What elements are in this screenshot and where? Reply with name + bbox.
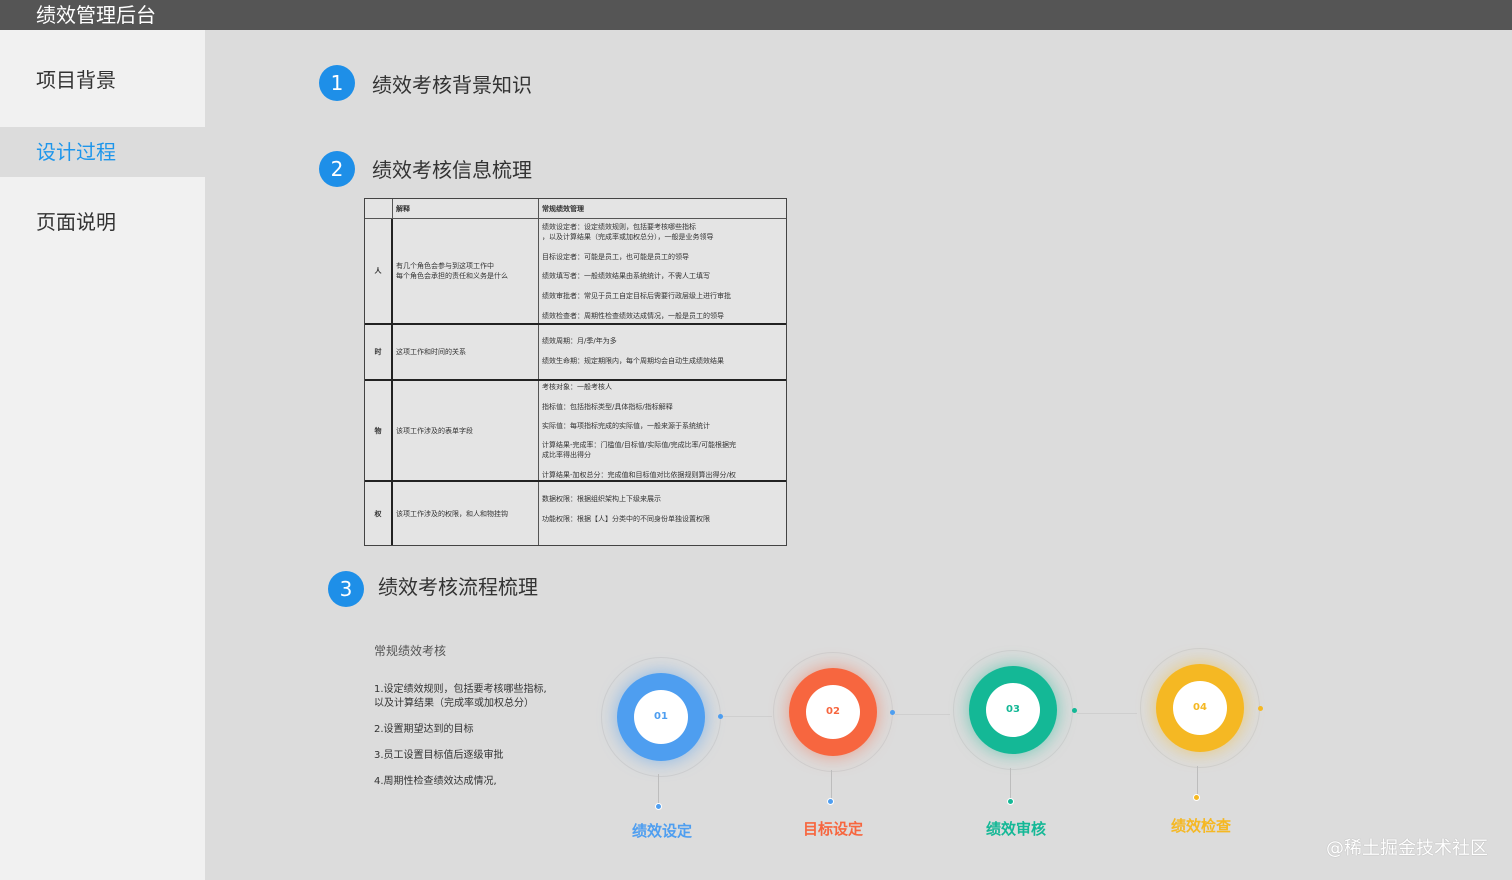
table-row-content: 绩效周期：月/季/年为多 绩效生命期：规定期限内，每个周期均会自动生成绩效结果 [539,325,786,379]
stage-stem [658,774,659,804]
table-line: 数据权限：根据组织架构上下级来展示 [542,495,661,503]
table-row-key: 时 [365,325,393,379]
stage-label: 目标设定 [803,820,864,838]
stage-pin [655,803,662,810]
table-line: 实际值：每项指标完成的实际值，一般来源于系统统计 [542,422,710,430]
sidebar-item-page-description[interactable]: 页面说明 [0,197,205,247]
stage-pin [1193,794,1200,801]
flow-step: 3.员工设置目标值后逐级审批 [374,750,504,761]
stage-label: 绩效设定 [632,822,693,840]
table-header-c2-cell: 常规绩效管理 [539,199,786,218]
top-bar: 绩效管理后台 [0,0,1512,30]
stage-number: 01 [634,690,688,744]
stage-number: 04 [1173,681,1227,735]
section-3-number: 3 [328,571,364,607]
table-line: 绩效生命期：规定期限内，每个周期均会自动生成绩效结果 [542,357,724,365]
table-line: 目标设定者：可能是员工，也可能是员工的领导 [542,253,689,261]
sidebar-item-background[interactable]: 项目背景 [0,55,205,105]
table-line: 绩效填写者：一般绩效结果由系统统计，不需人工填写 [542,272,710,280]
table-row-key: 人 [365,219,393,323]
table-header-row: 解释 常规绩效管理 [365,199,786,219]
section-2-title: 绩效考核信息梳理 [372,158,532,182]
section-1-number: 1 [319,65,355,101]
table-row-desc: 这项工作和时间的关系 [393,325,539,379]
stage-dot [1258,706,1263,711]
flow-step: 2.设置期望达到的目标 [374,724,474,735]
section-3-title: 绩效考核流程梳理 [378,575,538,599]
table-line: 考核对象：一般考核人 [542,383,612,391]
app-title: 绩效管理后台 [36,3,156,27]
stage-dot [890,710,895,715]
table-row-content: 绩效设定者：设定绩效规则，包括要考核哪些指标 ，以及计算结果（完成率或加权总分）… [539,219,786,323]
table-row-key: 物 [365,381,393,480]
stage-dot [1072,708,1077,713]
sidebar: 项目背景 设计过程 页面说明 [0,30,205,880]
flow-step: 4.周期性检查绩效达成情况, [374,776,497,787]
table-line: 绩效设定者：设定绩效规则，包括要考核哪些指标 [542,223,696,231]
table-row-desc: 有几个角色会参与到这项工作中 每个角色会承担的责任和义务是什么 [393,219,539,323]
table-row-desc-line: 每个角色会承担的责任和义务是什么 [396,272,508,280]
table-row-content: 考核对象：一般考核人 指标值：包括指标类型/具体指标/指标解释 实际值：每项指标… [539,381,786,480]
table-header-c1: 解释 [393,199,539,218]
stage-dot [718,714,723,719]
table-line: 指标值：包括指标类型/具体指标/指标解释 [542,403,673,411]
table-line: 绩效审批者：常见于员工自定目标后需要行政层级上进行审批 [542,292,731,300]
flow-step: 1.设定绩效规则，包括要考核哪些指标, [374,684,547,695]
table-row: 物 该项工作涉及的表单字段 考核对象：一般考核人 指标值：包括指标类型/具体指标… [365,381,786,482]
table-line: 绩效周期：月/季/年为多 [542,337,617,345]
table-row-key: 权 [365,482,393,545]
stage-stem [831,770,832,800]
table-row: 人 有几个角色会参与到这项工作中 每个角色会承担的责任和义务是什么 绩效设定者：… [365,219,786,325]
stage-number: 03 [986,683,1040,737]
table-line: 计算结果-加权总分：完成值和目标值对比依据规则算出得分/权 [542,471,736,479]
stage-stem [1197,766,1198,794]
section-2-number: 2 [319,151,355,187]
stage-pin [1007,798,1014,805]
table-row-desc: 该项工作涉及的权限，和人和物挂钩 [393,482,539,545]
section-1-title: 绩效考核背景知识 [372,73,532,97]
stage-label: 绩效检查 [1171,817,1232,835]
table-row-desc: 该项工作涉及的表单字段 [393,381,539,480]
watermark: @稀土掘金技术社区 [1326,838,1488,859]
sidebar-item-design-process[interactable]: 设计过程 [0,127,205,177]
table-row-content: 数据权限：根据组织架构上下级来展示 功能权限：根据【人】分类中的不同身份单独设置… [539,482,786,545]
table-line: 计算结果-完成率：门槛值/目标值/实际值/完成比率/可能根据完 [542,441,736,449]
table-row-desc-line: 该项工作涉及的表单字段 [396,426,473,435]
flow-connector [895,714,950,715]
table-row-desc-line: 这项工作和时间的关系 [396,348,466,356]
table-header-c2: 常规绩效管理 [542,205,584,213]
flow-connector [1077,713,1137,714]
table-header-c0 [365,199,393,218]
stage-number: 02 [806,685,860,739]
stage-pin [827,798,834,805]
stage-stem [1010,768,1011,798]
table-line: 成比率得出得分 [542,451,591,459]
table-row: 权 该项工作涉及的权限，和人和物挂钩 数据权限：根据组织架构上下级来展示 功能权… [365,482,786,545]
table-row: 时 这项工作和时间的关系 绩效周期：月/季/年为多 绩效生命期：规定期限内，每个… [365,325,786,381]
stage-label: 绩效审核 [986,820,1047,838]
table-row-desc-line: 有几个角色会参与到这项工作中 [396,262,494,270]
table-line: 功能权限：根据【人】分类中的不同身份单独设置权限 [542,515,710,523]
info-table: 解释 常规绩效管理 人 有几个角色会参与到这项工作中 每个角色会承担的责任和义务… [364,198,787,546]
table-row-desc-line: 该项工作涉及的权限，和人和物挂钩 [396,509,508,518]
table-line: 绩效检查者：周期性检查绩效达成情况，一般是员工的领导 [542,312,724,320]
table-line: ，以及计算结果（完成率或加权总分），一般是业务领导 [542,233,714,241]
flow-connector [722,716,772,717]
flow-step: 以及计算结果（完成率或加权总分） [374,698,534,709]
flow-heading: 常规绩效考核 [374,644,447,658]
